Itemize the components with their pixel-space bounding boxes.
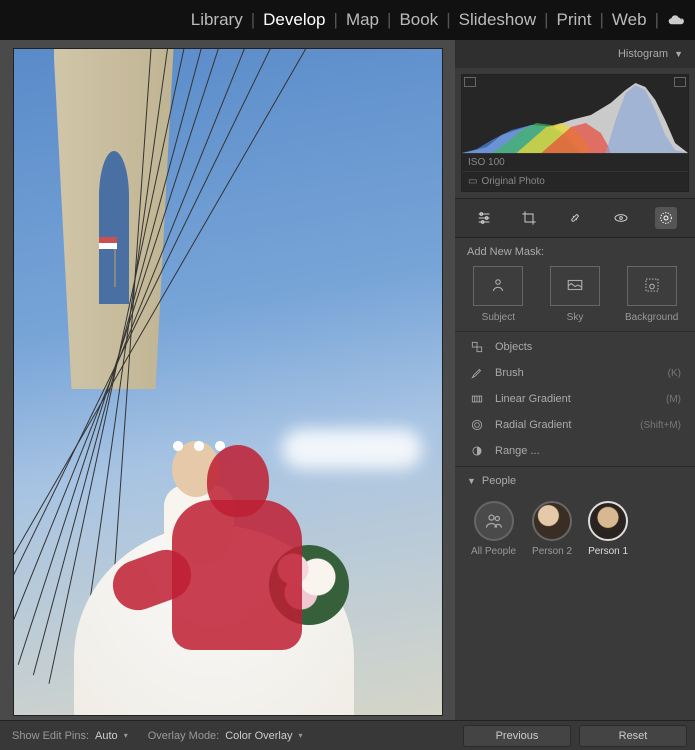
iso-label: ISO 100 (468, 157, 505, 168)
mask-brush-label: Brush (495, 367, 524, 379)
tab-develop[interactable]: Develop (263, 10, 325, 30)
sky-icon (566, 276, 584, 297)
separator: | (544, 10, 548, 30)
clipping-highlights-icon[interactable] (674, 77, 686, 87)
pins-value: Auto (95, 730, 118, 742)
radial-shortcut: (Shift+M) (640, 420, 681, 431)
bottom-bar: Show Edit Pins: Auto ▾ Overlay Mode: Col… (0, 720, 695, 750)
overlay-mode-dropdown[interactable]: Overlay Mode: Color Overlay ▾ (148, 730, 303, 742)
mask-subject-button[interactable]: Subject (463, 266, 534, 323)
mask-tools-list: Objects Brush (K) Linear Gradient (M) Ra… (455, 331, 695, 466)
add-mask-label: Add New Mask: (455, 238, 695, 262)
linear-shortcut: (M) (666, 394, 681, 405)
mask-objects[interactable]: Objects (455, 334, 695, 360)
collapse-icon: ▼ (674, 49, 683, 59)
background-icon (643, 276, 661, 297)
tab-print[interactable]: Print (557, 10, 592, 30)
develop-panel: Histogram ▼ ISO 100 ▭ (455, 40, 695, 720)
mask-background-label: Background (625, 312, 678, 323)
mask-radial-gradient[interactable]: Radial Gradient (Shift+M) (455, 412, 695, 438)
original-photo-label: Original Photo (481, 176, 544, 187)
tab-slideshow[interactable]: Slideshow (459, 10, 537, 30)
people-label: People (482, 475, 516, 487)
people-row: All People Person 2 Person 1 (455, 495, 695, 563)
mask-objects-label: Objects (495, 341, 532, 353)
photo-preview[interactable] (13, 48, 443, 716)
mask-linear-label: Linear Gradient (495, 393, 571, 405)
people-person1-label: Person 1 (588, 546, 628, 557)
overlay-label: Overlay Mode: (148, 730, 220, 742)
mask-brush[interactable]: Brush (K) (455, 360, 695, 386)
separator: | (446, 10, 450, 30)
pins-label: Show Edit Pins: (12, 730, 89, 742)
crop-tool[interactable] (518, 207, 540, 229)
cloud-sync-icon[interactable] (667, 12, 685, 29)
chevron-down-icon: ▾ (124, 731, 128, 740)
objects-icon (469, 339, 485, 355)
masking-tool[interactable] (655, 207, 677, 229)
histogram-title: Histogram (618, 48, 668, 60)
separator: | (600, 10, 604, 30)
mask-background-button[interactable]: Background (616, 266, 687, 323)
reset-button[interactable]: Reset (579, 725, 687, 747)
separator: | (387, 10, 391, 30)
module-bar: Library | Develop | Map | Book | Slidesh… (0, 0, 695, 40)
brush-shortcut: (K) (668, 368, 681, 379)
mask-range-label: Range ... (495, 445, 540, 457)
clipping-shadows-icon[interactable] (464, 77, 476, 87)
brush-icon (469, 365, 485, 381)
previous-button[interactable]: Previous (463, 725, 571, 747)
radial-gradient-icon (469, 417, 485, 433)
histogram-panel: ISO 100 ▭ Original Photo (461, 74, 689, 192)
redeye-tool[interactable] (610, 207, 632, 229)
edit-tool[interactable] (473, 207, 495, 229)
range-icon (469, 443, 485, 459)
people-person2-label: Person 2 (532, 546, 572, 557)
people-all-label: All People (471, 546, 516, 557)
people-person1[interactable]: Person 1 (588, 501, 628, 557)
mask-sky-label: Sky (567, 312, 584, 323)
mask-range[interactable]: Range ... (455, 438, 695, 464)
mask-linear-gradient[interactable]: Linear Gradient (M) (455, 386, 695, 412)
avatar-person1 (588, 501, 628, 541)
avatar-person2 (532, 501, 572, 541)
tab-map[interactable]: Map (346, 10, 379, 30)
canvas-area (0, 40, 455, 720)
tab-library[interactable]: Library (191, 10, 243, 30)
healing-tool[interactable] (564, 207, 586, 229)
separator: | (334, 10, 338, 30)
show-edit-pins-dropdown[interactable]: Show Edit Pins: Auto ▾ (12, 730, 128, 742)
histogram-header[interactable]: Histogram ▼ (455, 40, 695, 68)
chevron-down-icon: ▾ (298, 731, 302, 740)
tab-web[interactable]: Web (612, 10, 647, 30)
tab-book[interactable]: Book (399, 10, 438, 30)
separator: | (655, 10, 659, 30)
mask-buttons-row: Subject Sky Background (455, 262, 695, 331)
separator: | (251, 10, 255, 30)
mask-radial-label: Radial Gradient (495, 419, 571, 431)
person-icon (489, 276, 507, 297)
tool-strip (455, 198, 695, 238)
chevron-down-icon: ▼ (467, 476, 476, 486)
mask-subject-label: Subject (482, 312, 515, 323)
people-section-header[interactable]: ▼ People (455, 466, 695, 495)
mask-sky-button[interactable]: Sky (540, 266, 611, 323)
overlay-value: Color Overlay (225, 730, 292, 742)
histogram-meta: ISO 100 (462, 153, 688, 171)
people-all[interactable]: All People (471, 501, 516, 557)
rectangle-icon: ▭ (468, 176, 477, 187)
histogram-graph[interactable] (462, 75, 688, 153)
mask-overlay-person1[interactable] (122, 445, 332, 715)
original-photo-row[interactable]: ▭ Original Photo (462, 171, 688, 191)
linear-gradient-icon (469, 391, 485, 407)
people-person2[interactable]: Person 2 (532, 501, 572, 557)
